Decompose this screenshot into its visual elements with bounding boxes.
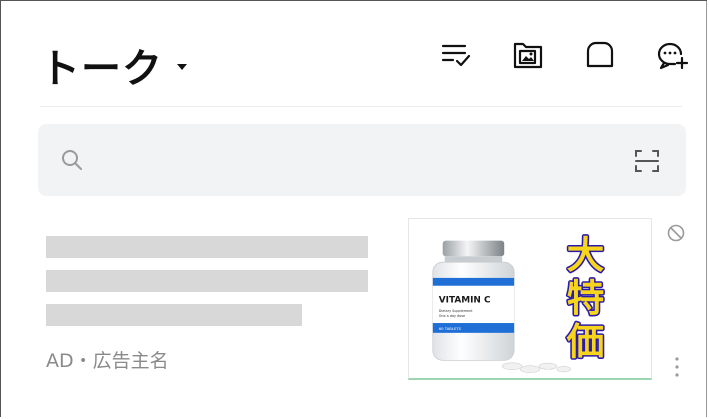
page-title: トーク — [40, 46, 163, 92]
header-actions — [401, 38, 689, 72]
product-sub-text: Dietary Supplement — [439, 309, 473, 313]
product-name-text: VITAMIN C — [439, 295, 491, 305]
ad-title-placeholder-2 — [46, 270, 368, 292]
hide-ad-icon[interactable] — [667, 224, 685, 242]
promo-char-2: 特 — [567, 276, 605, 320]
search-icon — [62, 150, 82, 170]
chevron-down-icon — [177, 64, 187, 70]
qr-scan-icon[interactable] — [634, 148, 660, 174]
ad-advertiser-label: AD・広告主名 — [46, 350, 169, 372]
search-input[interactable] — [98, 142, 622, 180]
ad-image[interactable]: VITAMIN C Dietary Supplement One a day d… — [408, 218, 652, 380]
new-chat-icon[interactable] — [655, 38, 689, 72]
promo-char-1: 大 — [567, 233, 605, 277]
header: トーク — [40, 28, 689, 98]
filter-list-icon[interactable] — [439, 38, 473, 72]
product-strip-text: 60 TABLETS — [439, 327, 462, 331]
more-options-icon[interactable] — [674, 356, 680, 378]
image-folder-icon[interactable] — [511, 38, 545, 72]
product-sub2-text: One a day dose — [439, 314, 465, 318]
ad-title-placeholder-3 — [46, 304, 302, 326]
rounded-square-icon[interactable] — [583, 38, 617, 72]
promo-char-3: 価 — [566, 320, 605, 364]
header-divider — [40, 106, 682, 107]
search-bar[interactable] — [38, 124, 686, 196]
title-dropdown[interactable]: トーク — [40, 36, 187, 94]
ad-title-placeholder-1 — [46, 236, 368, 258]
